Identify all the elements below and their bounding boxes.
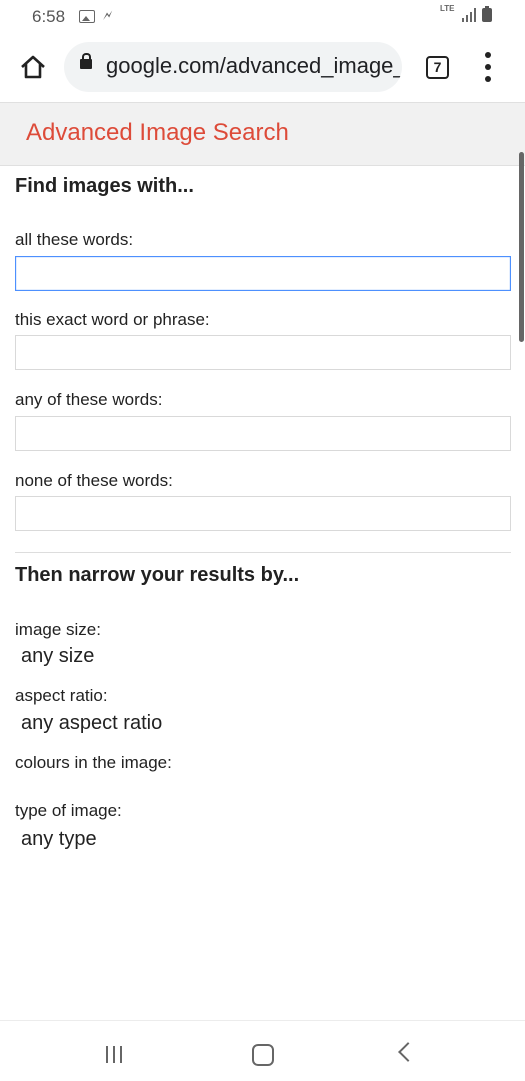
any-words-input[interactable] [15,416,511,451]
url-text[interactable]: google.com/advanced_image_search [106,53,402,79]
battery-icon [482,6,492,22]
aspect-ratio-select[interactable]: any aspect ratio [21,712,162,735]
page-header: Advanced Image Search [0,102,525,166]
back-icon[interactable] [398,1042,418,1062]
all-words-input[interactable] [15,256,511,291]
status-bar: 6:58 🗲 LTE [0,0,525,34]
browser-toolbar: google.com/advanced_image_search 7 [0,36,525,100]
tab-switcher-button[interactable]: 7 [426,56,449,79]
lock-icon [80,53,92,69]
status-time: 6:58 [32,7,66,26]
more-options-icon[interactable] [480,50,496,84]
home-nav-icon[interactable] [252,1044,274,1066]
network-type-icon: LTE [440,4,455,13]
image-type-select[interactable]: any type [21,828,97,851]
section-divider [15,552,511,553]
image-size-select[interactable]: any size [21,645,94,668]
system-nav-bar [0,1020,525,1081]
all-words-label: all these words: [15,230,134,249]
gallery-notification-icon [79,10,95,23]
image-size-label: image size: [15,620,101,639]
signal-icon [462,8,478,22]
narrow-section-title: Then narrow your results by... [15,564,300,586]
aspect-ratio-label: aspect ratio: [15,686,108,705]
flashlight-icon: 🗲 [103,7,113,23]
page-title: Advanced Image Search [26,119,289,146]
find-section-title: Find images with... [15,175,194,197]
exact-phrase-label: this exact word or phrase: [15,310,210,329]
home-icon[interactable] [18,52,48,82]
recents-icon[interactable] [106,1046,124,1063]
image-type-label: type of image: [15,801,122,820]
scrollbar[interactable] [519,152,524,342]
none-words-label: none of these words: [15,471,173,490]
any-words-label: any of these words: [15,390,163,409]
none-words-input[interactable] [15,496,511,531]
exact-phrase-input[interactable] [15,335,511,370]
colours-label: colours in the image: [15,753,172,772]
address-bar[interactable]: google.com/advanced_image_search [64,42,402,92]
